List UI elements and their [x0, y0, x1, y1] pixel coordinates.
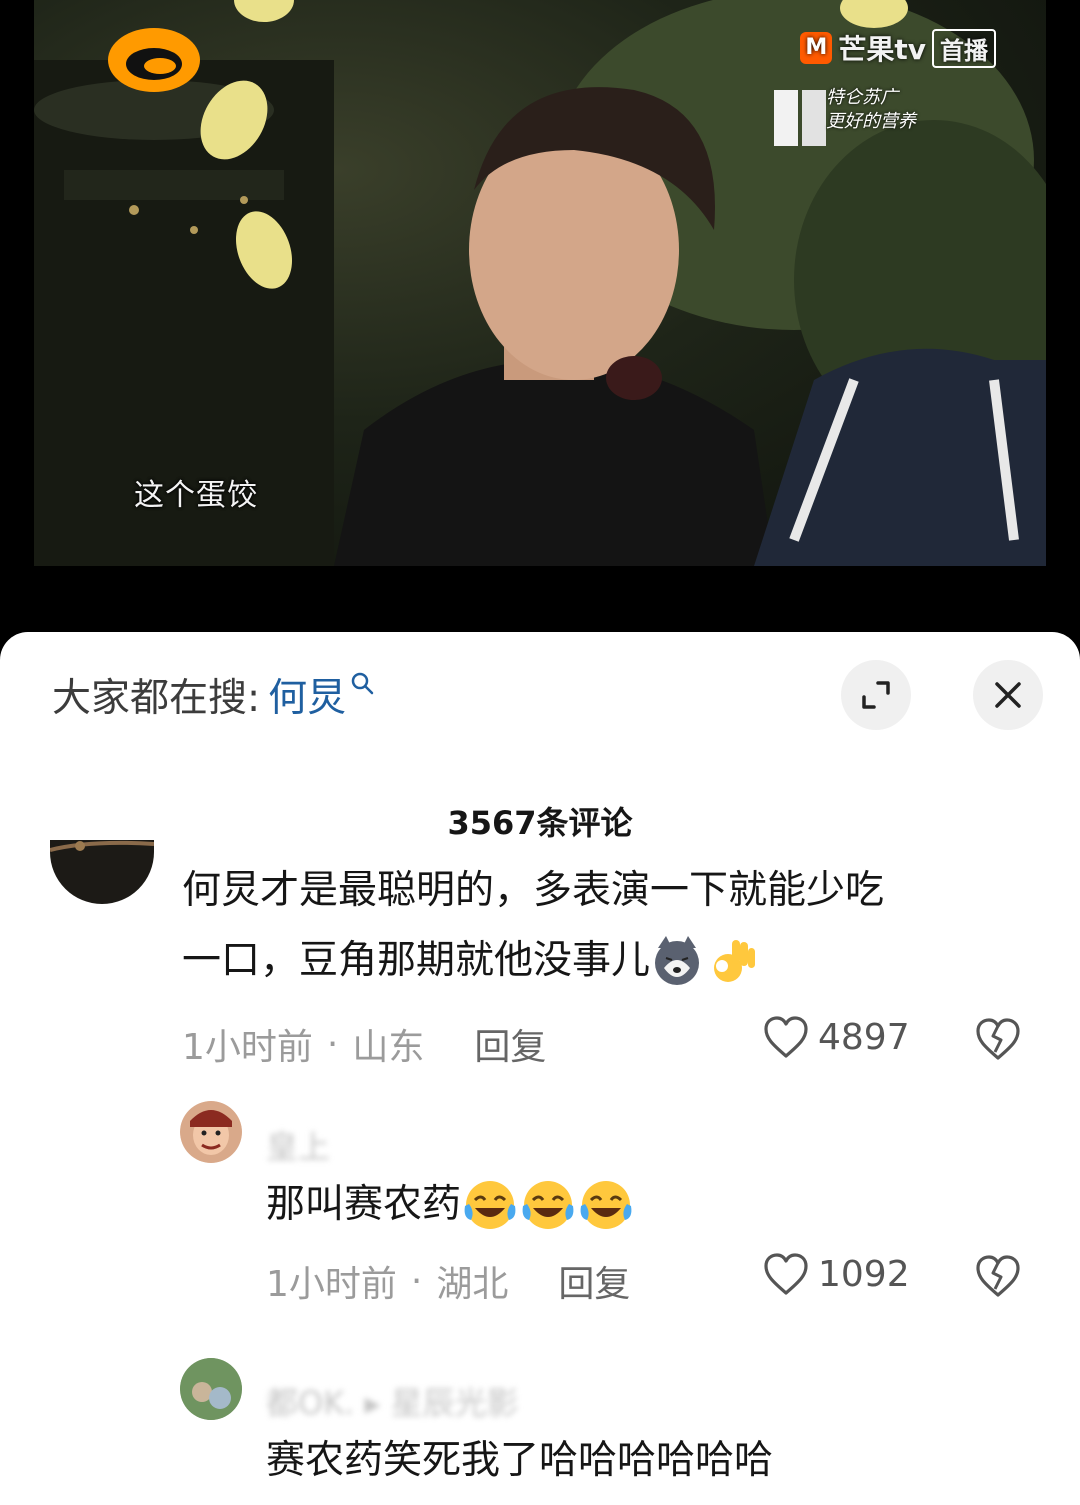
- sponsor-line2: 更好的营养: [826, 111, 916, 132]
- comment-line: 赛农药笑死我了哈哈哈哈哈哈: [266, 1438, 774, 1483]
- avatar[interactable]: [180, 1358, 242, 1420]
- video-subtitle: 这个蛋饺: [134, 478, 258, 513]
- mango-logo-icon: M: [800, 32, 833, 64]
- watermark-brand: 芒果tv: [838, 33, 926, 66]
- sponsor-line1: 特仑苏广: [826, 87, 898, 108]
- hunan-tv-logo: [108, 28, 200, 92]
- sponsor-tag: 特仑苏广 更好的营养: [826, 86, 916, 134]
- watermark-live: 首播: [932, 28, 996, 68]
- mango-tv-watermark: M 芒果tv 首播: [800, 28, 996, 68]
- reply-item: 都OK. ▸ 星辰光影 赛农药笑死我了哈哈哈哈哈哈: [0, 632, 1080, 1505]
- comment-text[interactable]: 赛农药笑死我了哈哈哈哈哈哈: [266, 1426, 773, 1496]
- video-frame[interactable]: M 芒果tv 首播 特仑苏广 更好的营养 这个蛋饺: [34, 0, 1046, 566]
- reply-username[interactable]: 都OK. ▸ 星辰光影: [266, 1378, 519, 1422]
- video-player[interactable]: M 芒果tv 首播 特仑苏广 更好的营养 这个蛋饺: [0, 0, 1080, 640]
- comment-sheet: 大家都在搜: 何炅 3567条评论 何炅才是最聪明的，多表演一下就能少吃 一口，…: [0, 632, 1080, 1505]
